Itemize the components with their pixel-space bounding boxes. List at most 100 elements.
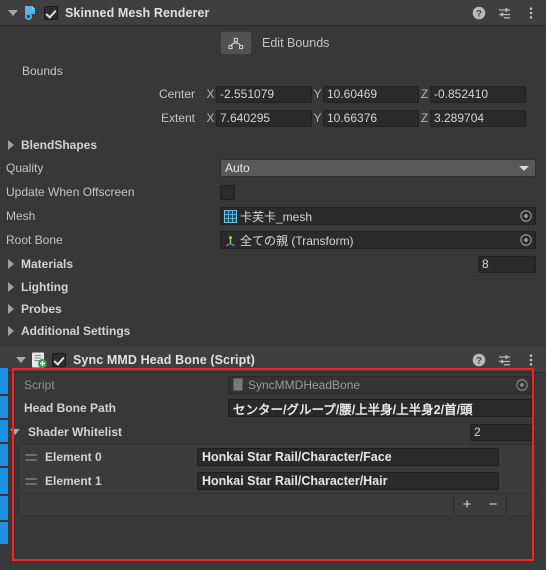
object-picker-icon[interactable] <box>520 210 532 222</box>
center-x-input[interactable]: -2.551079 <box>216 85 312 103</box>
script-label: Script <box>24 377 55 392</box>
foldout-materials[interactable]: Materials 8 <box>0 252 546 276</box>
list-item[interactable]: Element 0 Honkai Star Rail/Character/Fac… <box>19 445 537 469</box>
foldout-toggle-skinned-mesh-renderer[interactable] <box>6 6 20 20</box>
foldout-shader-whitelist[interactable]: Shader Whitelist 2 <box>0 420 546 444</box>
center-y-axis-label: Y <box>313 87 322 101</box>
component-header-sync-mmd-head-bone[interactable]: Sync MMD Head Bone (Script) ? <box>0 347 546 373</box>
foldout-additional-settings[interactable]: Additional Settings <box>0 320 546 342</box>
help-icon[interactable]: ? <box>472 6 486 20</box>
root-bone-value: 全ての親 (Transform) <box>240 233 354 248</box>
shader-whitelist-list: Element 0 Honkai Star Rail/Character/Fac… <box>18 444 538 494</box>
svg-text:?: ? <box>476 9 482 20</box>
chevron-right-icon <box>8 259 14 269</box>
object-picker-icon[interactable] <box>520 234 532 246</box>
mesh-row: Mesh 卡芙卡_mesh <box>0 204 546 228</box>
element-1-input[interactable]: Honkai Star Rail/Character/Hair <box>197 472 499 490</box>
element-0-input[interactable]: Honkai Star Rail/Character/Face <box>197 448 499 466</box>
drag-handle-icon[interactable] <box>23 475 39 487</box>
bounds-center-label: Center <box>158 87 195 101</box>
prefab-override-strip <box>0 396 8 418</box>
foldout-probes[interactable]: Probes <box>0 298 546 320</box>
chevron-down-icon <box>519 166 529 171</box>
bounds-label: Bounds <box>22 64 63 78</box>
object-picker-icon <box>516 378 528 391</box>
prefab-override-strip <box>0 420 8 442</box>
shader-whitelist-label: Shader Whitelist <box>28 425 123 439</box>
prefab-override-strip <box>0 522 8 544</box>
extent-x-axis-label: X <box>206 111 215 125</box>
script-object-field: SyncMMDHeadBone <box>228 375 532 394</box>
extent-x-input[interactable]: 7.640295 <box>216 109 312 127</box>
shader-whitelist-size-input[interactable]: 2 <box>470 423 534 441</box>
component-title: Sync MMD Head Bone (Script) <box>73 352 255 367</box>
update-when-offscreen-label: Update When Offscreen <box>6 185 135 199</box>
script-row: Script SyncMMDHeadBone <box>0 373 546 396</box>
shader-whitelist-footer: + − <box>18 494 538 516</box>
foldout-toggle-sync-mmd-head-bone[interactable] <box>14 353 28 367</box>
quality-value: Auto <box>225 161 250 175</box>
bounds-extent-label: Extent <box>160 111 195 125</box>
bounds-center-row: Center X -2.551079 Y 10.60469 Z -0.85241… <box>0 82 546 106</box>
materials-count-input[interactable]: 8 <box>478 255 536 273</box>
drag-handle-icon[interactable] <box>23 451 39 463</box>
edit-bounds-row: Edit Bounds <box>0 26 546 60</box>
chevron-down-icon <box>10 429 20 435</box>
mesh-object-field[interactable]: 卡芙卡_mesh <box>220 207 536 225</box>
edit-bounds-label: Edit Bounds <box>262 36 330 50</box>
foldout-lighting[interactable]: Lighting <box>0 276 546 298</box>
root-bone-row: Root Bone 全ての親 (Transform) <box>0 228 546 252</box>
head-bone-path-input[interactable]: センター/グループ/腰/上半身/上半身2/首/頭 <box>228 399 532 417</box>
head-bone-path-row: Head Bone Path センター/グループ/腰/上半身/上半身2/首/頭 <box>0 396 546 420</box>
foldout-blendshapes[interactable]: BlendShapes <box>0 134 546 156</box>
prefab-override-strip <box>0 368 8 394</box>
root-bone-label: Root Bone <box>6 233 63 247</box>
add-element-button[interactable]: + <box>454 495 480 515</box>
center-x-axis-label: X <box>206 87 215 101</box>
blendshapes-label: BlendShapes <box>21 138 98 152</box>
script-asset-icon <box>233 378 243 391</box>
edit-bounds-icon <box>228 37 244 50</box>
transform-gizmo-icon <box>226 235 235 246</box>
center-z-input[interactable]: -0.852410 <box>430 85 526 103</box>
component-enabled-checkbox[interactable] <box>44 5 58 20</box>
mesh-asset-icon <box>224 209 237 223</box>
extent-y-input[interactable]: 10.66376 <box>323 109 419 127</box>
help-icon[interactable]: ? <box>472 353 486 367</box>
remove-element-button[interactable]: − <box>480 495 506 515</box>
quality-dropdown[interactable]: Auto <box>220 159 536 177</box>
component-title: Skinned Mesh Renderer <box>65 5 210 20</box>
chevron-right-icon <box>8 304 14 314</box>
component-enabled-checkbox[interactable] <box>52 352 66 367</box>
mesh-value: 卡芙卡_mesh <box>240 209 313 224</box>
edit-bounds-button[interactable] <box>220 31 252 55</box>
component-header-icons: ? <box>472 0 538 26</box>
unity-inspector-panel: Skinned Mesh Renderer ? Edit Bounds Boun… <box>0 0 546 570</box>
center-y-input[interactable]: 10.60469 <box>323 85 419 103</box>
materials-label: Materials <box>21 257 74 271</box>
update-when-offscreen-checkbox[interactable] <box>220 184 235 200</box>
cs-script-icon <box>32 352 48 368</box>
root-bone-object-field[interactable]: 全ての親 (Transform) <box>220 231 536 249</box>
component-header-skinned-mesh-renderer[interactable]: Skinned Mesh Renderer ? <box>0 0 546 26</box>
bounds-extent-row: Extent X 7.640295 Y 10.66376 Z 3.289704 <box>0 106 546 130</box>
prefab-override-strip <box>0 468 8 494</box>
mesh-label: Mesh <box>6 209 36 223</box>
preset-icon[interactable] <box>498 6 512 20</box>
preset-icon[interactable] <box>498 353 512 367</box>
chevron-right-icon <box>8 282 14 292</box>
more-menu-icon[interactable] <box>524 6 538 20</box>
quality-row: Quality Auto <box>0 156 546 180</box>
component-header-icons: ? <box>472 347 538 373</box>
skinned-mesh-renderer-icon <box>24 5 35 20</box>
script-value: SyncMMDHeadBone <box>248 377 361 392</box>
extent-y-axis-label: Y <box>313 111 322 125</box>
list-item[interactable]: Element 1 Honkai Star Rail/Character/Hai… <box>19 469 537 493</box>
extent-z-input[interactable]: 3.289704 <box>430 109 526 127</box>
lighting-label: Lighting <box>21 280 69 294</box>
chevron-right-icon <box>8 140 14 150</box>
center-z-axis-label: Z <box>420 87 429 101</box>
more-menu-icon[interactable] <box>524 353 538 367</box>
element-0-label: Element 0 <box>45 450 102 464</box>
svg-text:?: ? <box>476 356 482 367</box>
